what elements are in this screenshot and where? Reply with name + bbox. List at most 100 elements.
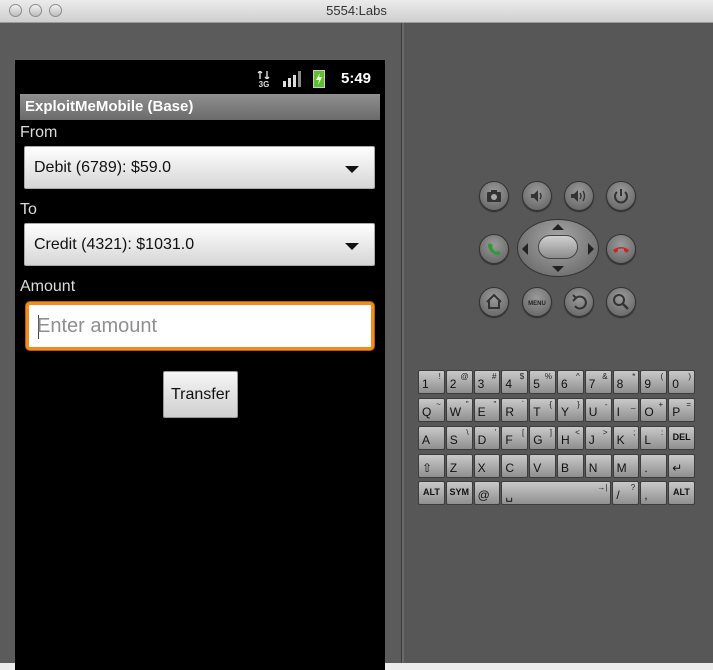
key-label: J	[588, 433, 595, 447]
keyboard-key[interactable]: I _	[612, 398, 640, 422]
keyboard-key[interactable]: N	[584, 454, 612, 478]
keyboard-key[interactable]: W "	[445, 398, 473, 422]
key-shift-label: "	[493, 400, 497, 409]
keyboard-key[interactable]: 9(	[640, 370, 668, 394]
transfer-button[interactable]: Transfer	[163, 371, 238, 418]
volume-up-button[interactable]	[564, 181, 594, 211]
key-shift-label: →|	[597, 483, 608, 492]
keyboard-key[interactable]: 1!	[418, 370, 445, 394]
keyboard-key[interactable]: Z	[445, 454, 473, 478]
keyboard-key[interactable]: 7 &	[584, 370, 612, 394]
power-icon	[614, 189, 628, 204]
keyboard-key[interactable]: T{	[529, 398, 556, 422]
keyboard-key[interactable]: B	[557, 454, 584, 478]
key-shift-label: :	[660, 428, 664, 437]
power-button[interactable]	[606, 181, 636, 211]
dpad-right-arrow-icon[interactable]	[588, 243, 594, 255]
keyboard-key[interactable]: 4 $	[501, 370, 529, 394]
keyboard-key[interactable]: E "	[473, 398, 501, 422]
search-button[interactable]	[606, 287, 636, 317]
call-button[interactable]	[479, 234, 509, 264]
network-3g-icon: 3G	[257, 70, 271, 89]
keyboard-key[interactable]: ⇧	[418, 454, 445, 478]
key-shift-label: }	[577, 400, 580, 409]
keyboard-key[interactable]: 0)	[668, 370, 695, 394]
volume-down-button[interactable]	[522, 181, 552, 211]
to-label: To	[20, 201, 37, 218]
keyboard-key[interactable]: 2 @	[445, 370, 473, 394]
keyboard-key[interactable]: ␣ →|	[501, 481, 612, 505]
keyboard-key[interactable]: ALT	[668, 481, 695, 505]
keyboard-key[interactable]: A	[418, 426, 445, 450]
key-label: W	[449, 405, 462, 419]
keyboard-key[interactable]: X	[473, 454, 501, 478]
keyboard-key[interactable]: DEL	[668, 426, 695, 450]
key-label: 4	[505, 377, 513, 391]
keyboard-key[interactable]: @	[473, 481, 501, 505]
back-button[interactable]	[564, 287, 594, 317]
keyboard-key[interactable]: D '	[473, 426, 501, 450]
keyboard-key[interactable]: Y}	[557, 398, 584, 422]
key-label: 3	[477, 377, 485, 391]
back-icon	[572, 294, 587, 310]
key-shift-label: ]	[549, 428, 552, 437]
camera-button[interactable]	[479, 181, 509, 211]
key-label: G	[533, 433, 543, 447]
keyboard-key[interactable]: S \	[445, 426, 473, 450]
key-label: 7	[588, 377, 596, 391]
keyboard-key[interactable]: M	[612, 454, 640, 478]
key-label: /	[616, 488, 620, 502]
to-account-spinner[interactable]: Credit (4321): $1031.0	[24, 223, 375, 266]
key-label: Z	[449, 461, 458, 475]
keyboard-key[interactable]: O +	[640, 398, 668, 422]
keyboard-key[interactable]: 3 #	[473, 370, 501, 394]
chevron-down-icon	[345, 243, 359, 250]
key-label: I	[616, 405, 620, 419]
keyboard-key[interactable]: J >	[584, 426, 612, 450]
keyboard-key[interactable]: ALT	[418, 481, 445, 505]
app-title: ExploitMeMobile (Base)	[25, 98, 194, 115]
from-label: From	[20, 124, 58, 141]
device-screen: 3G 5:49 ExploitMeMobile (Base) From Debi…	[15, 60, 385, 670]
dpad-left-arrow-icon[interactable]	[522, 243, 528, 255]
menu-button-label: MENU	[528, 301, 546, 307]
keyboard-key[interactable]: V	[529, 454, 556, 478]
keyboard-key[interactable]: R `	[501, 398, 529, 422]
keyboard-key[interactable]: P =	[668, 398, 695, 422]
dpad[interactable]	[517, 219, 599, 277]
key-label: H	[561, 433, 570, 447]
key-shift-label: >	[602, 428, 608, 437]
keyboard-key[interactable]: 5%	[529, 370, 556, 394]
dpad-down-arrow-icon[interactable]	[552, 266, 564, 272]
from-account-spinner[interactable]: Debit (6789): $59.0	[24, 146, 375, 189]
key-label: SYM	[449, 487, 469, 497]
keyboard-key[interactable]: F[	[501, 426, 529, 450]
keyboard-key[interactable]: K;	[612, 426, 640, 450]
keyboard-key[interactable]: SYM	[445, 481, 473, 505]
dpad-up-arrow-icon[interactable]	[552, 224, 564, 230]
keyboard-key[interactable]: 8 *	[612, 370, 640, 394]
keyboard-key[interactable]: /?	[612, 481, 640, 505]
keyboard-key[interactable]: U-	[584, 398, 612, 422]
keyboard-key[interactable]: C	[501, 454, 529, 478]
keyboard-key[interactable]: 6 ^	[557, 370, 584, 394]
dpad-center-button[interactable]	[538, 235, 578, 259]
home-button[interactable]	[479, 287, 509, 317]
amount-input[interactable]	[37, 313, 357, 339]
keyboard-key[interactable]: L:	[640, 426, 668, 450]
keyboard-key[interactable]: H <	[557, 426, 584, 450]
menu-button[interactable]: MENU	[522, 287, 552, 317]
keyboard-key[interactable]: Q ~	[418, 398, 445, 422]
keyboard-key[interactable]: ↵	[668, 454, 695, 478]
key-shift-label: <	[575, 428, 580, 437]
key-shift-label: (	[660, 372, 664, 381]
end-call-button[interactable]	[606, 234, 636, 264]
keyboard-key[interactable]: ,	[640, 481, 667, 505]
key-label: X	[477, 461, 486, 475]
keyboard-key[interactable]: G]	[529, 426, 556, 450]
key-shift-label: ~	[436, 400, 441, 409]
key-label: V	[533, 461, 542, 475]
keyboard-key[interactable]: .	[640, 454, 668, 478]
key-label: 6	[561, 377, 568, 391]
amount-field[interactable]	[26, 302, 374, 350]
